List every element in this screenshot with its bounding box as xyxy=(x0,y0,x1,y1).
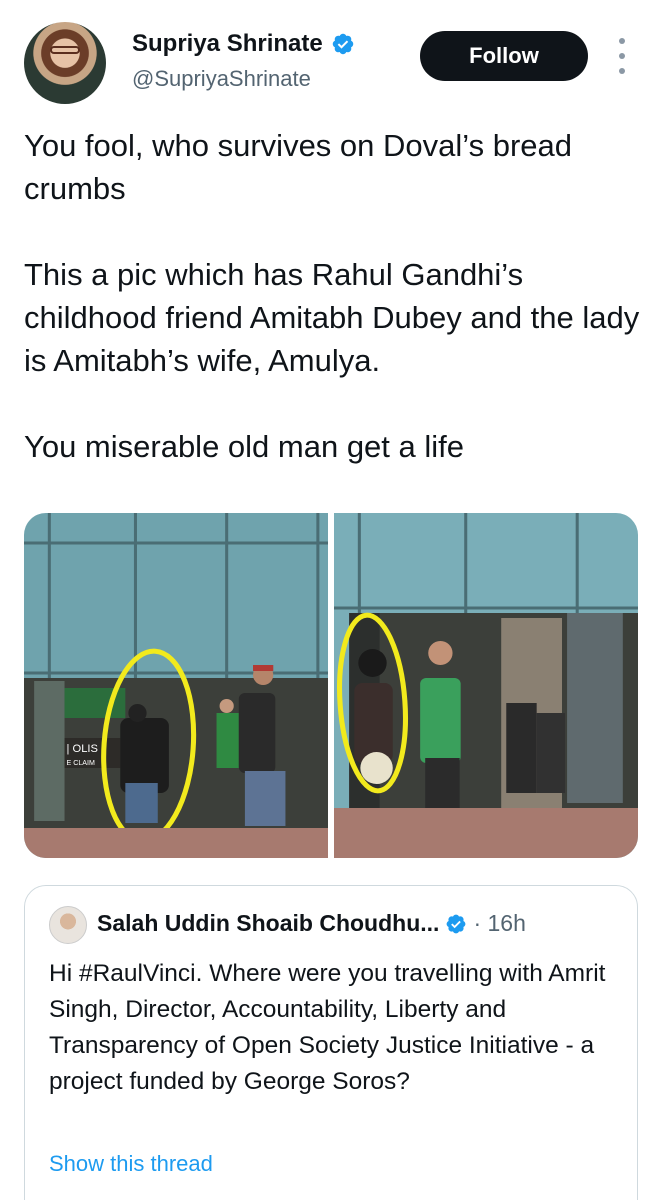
quoted-author-name[interactable]: Salah Uddin Shoaib Choudhu... xyxy=(97,910,439,937)
follow-button[interactable]: Follow xyxy=(420,31,588,81)
show-thread-link[interactable]: Show this thread xyxy=(49,1151,213,1177)
author-name-row: Supriya Shrinate xyxy=(132,30,355,58)
tweet-header: Supriya Shrinate @SupriyaShrinate Follow xyxy=(0,0,662,110)
tweet-paragraph: You fool, who survives on Doval’s bread … xyxy=(24,128,572,206)
tweet-paragraph: You miserable old man get a life xyxy=(24,429,465,464)
verified-badge-icon xyxy=(447,914,466,933)
tweet-photo-2[interactable] xyxy=(334,513,638,858)
sign-text-1: | OLIS xyxy=(67,743,98,755)
sign-text-2: E CLAIM xyxy=(67,760,95,767)
tweet-media: | OLIS E CLAIM xyxy=(24,513,638,858)
tweet-paragraph: This a pic which has Rahul Gandhi’s chil… xyxy=(24,257,640,378)
more-options-icon[interactable] xyxy=(612,38,632,74)
tweet-body: You fool, who survives on Doval’s bread … xyxy=(24,124,644,468)
author-handle[interactable]: @SupriyaShrinate xyxy=(132,66,311,92)
quoted-tweet[interactable]: Salah Uddin Shoaib Choudhu... · 16h Hi #… xyxy=(24,885,638,1200)
author-avatar[interactable] xyxy=(24,22,106,104)
quoted-tweet-time[interactable]: · 16h xyxy=(473,910,525,937)
quoted-author-avatar[interactable] xyxy=(49,906,87,944)
verified-badge-icon xyxy=(332,33,353,55)
tweet-photo-1[interactable]: | OLIS E CLAIM xyxy=(24,513,328,858)
author-name[interactable]: Supriya Shrinate xyxy=(132,30,323,58)
quoted-tweet-header: Salah Uddin Shoaib Choudhu... · 16h xyxy=(97,910,526,937)
quoted-tweet-text: Hi #RaulVinci. Where were you travelling… xyxy=(49,960,606,1095)
